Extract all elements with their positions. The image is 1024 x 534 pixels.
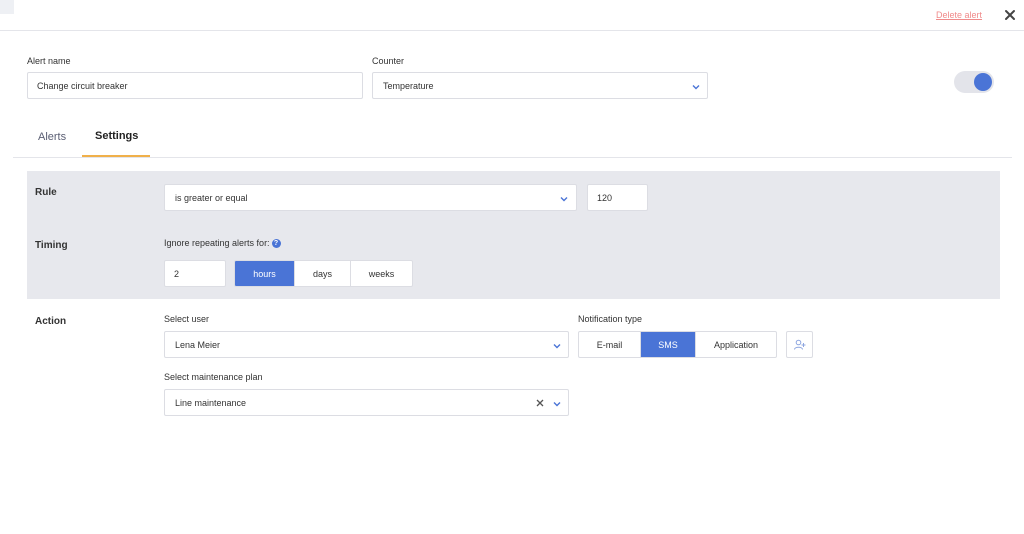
alert-name-label: Alert name — [27, 56, 71, 66]
notification-application-button[interactable]: Application — [696, 332, 776, 357]
delete-alert-link[interactable]: Delete alert — [936, 10, 982, 20]
timing-unit-selector: hours days weeks — [234, 260, 413, 287]
close-icon[interactable] — [1003, 8, 1017, 22]
counter-value: Temperature — [383, 80, 434, 91]
ignore-repeating-label: Ignore repeating alerts for:? — [164, 238, 281, 249]
tabs-divider — [13, 157, 1012, 158]
clear-icon[interactable] — [535, 398, 545, 408]
maintenance-plan-label: Select maintenance plan — [164, 372, 263, 382]
alert-enabled-toggle[interactable] — [954, 71, 994, 93]
corner-mark — [0, 0, 14, 14]
rule-condition-value: is greater or equal — [175, 192, 248, 203]
notification-sms-button[interactable]: SMS — [641, 332, 696, 357]
chevron-down-icon — [553, 344, 561, 349]
counter-label: Counter — [372, 56, 405, 66]
maintenance-plan-value: Line maintenance — [175, 397, 247, 408]
chevron-down-icon — [560, 197, 568, 202]
chevron-down-icon — [692, 85, 700, 90]
chevron-down-icon — [553, 402, 561, 407]
action-title: Action — [35, 316, 67, 327]
rule-title: Rule — [35, 187, 57, 198]
ignore-repeating-text: Ignore repeating alerts for: — [164, 238, 270, 248]
rule-condition-select[interactable]: is greater or equal — [164, 184, 577, 211]
timing-amount-value: 2 — [174, 268, 180, 279]
help-icon[interactable]: ? — [271, 239, 281, 249]
add-user-icon — [793, 339, 805, 350]
toggle-knob — [974, 73, 992, 91]
user-select[interactable]: Lena Meier — [164, 331, 569, 358]
counter-select[interactable]: Temperature — [372, 72, 708, 99]
tab-alerts[interactable]: Alerts — [38, 131, 66, 143]
tab-settings[interactable]: Settings — [95, 130, 138, 142]
select-user-label: Select user — [164, 314, 210, 324]
notification-type-selector: E-mail SMS Application — [578, 331, 777, 358]
timing-amount-input[interactable]: 2 — [164, 260, 226, 287]
rule-threshold-input[interactable]: 120 — [587, 184, 648, 211]
user-value: Lena Meier — [175, 339, 221, 350]
add-user-button[interactable] — [786, 331, 813, 358]
unit-hours-button[interactable]: hours — [235, 261, 295, 286]
maintenance-plan-select[interactable]: Line maintenance — [164, 389, 569, 416]
alert-name-input[interactable]: Change circuit breaker — [27, 72, 363, 99]
notification-email-button[interactable]: E-mail — [579, 332, 641, 357]
top-bar: Delete alert — [0, 0, 1024, 31]
timing-title: Timing — [35, 240, 68, 251]
alert-name-value: Change circuit breaker — [37, 80, 128, 91]
rule-threshold-value: 120 — [597, 192, 613, 203]
unit-days-button[interactable]: days — [295, 261, 351, 286]
unit-weeks-button[interactable]: weeks — [351, 261, 412, 286]
notification-type-label: Notification type — [578, 314, 643, 324]
